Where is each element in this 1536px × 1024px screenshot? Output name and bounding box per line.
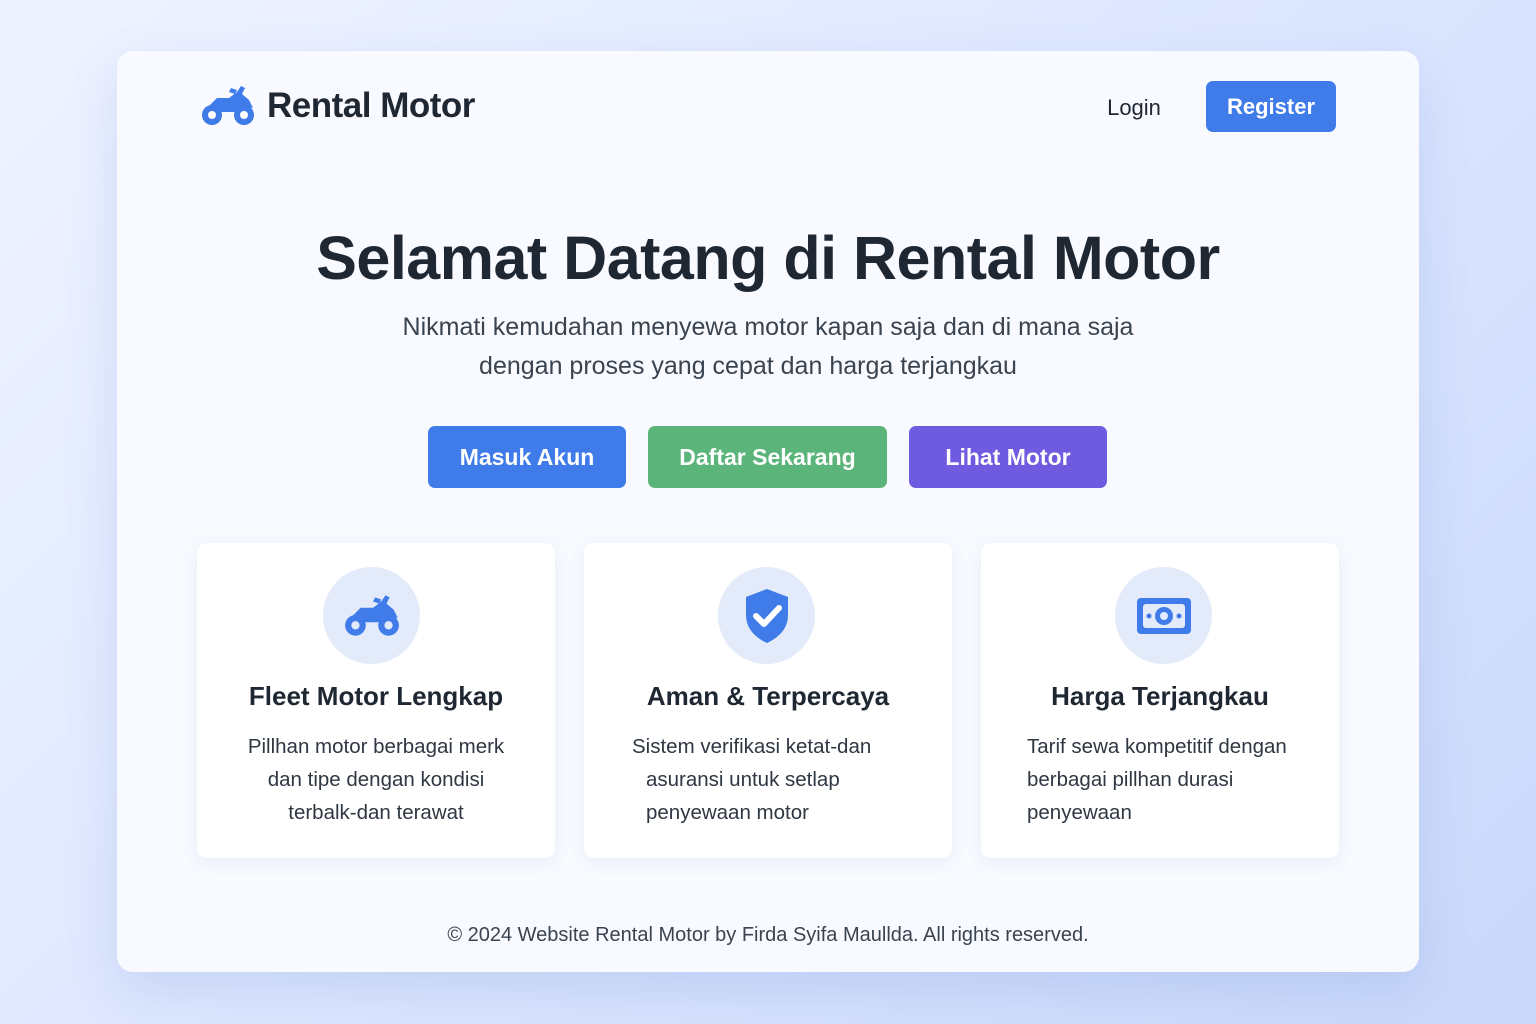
- hero-subtitle: Nikmati kemudahan menyewa motor kapan sa…: [117, 308, 1419, 386]
- shield-check-icon: [745, 588, 788, 643]
- motorcycle-icon: [344, 594, 399, 636]
- feature-desc-line: Pillhan motor berbagai merk: [247, 735, 505, 758]
- feature-title: Aman & Terpercaya: [646, 681, 890, 711]
- feature-title: Fleet Motor Lengkap: [248, 681, 504, 711]
- login-link[interactable]: Login: [1092, 91, 1176, 125]
- daftar-sekarang-button[interactable]: Daftar Sekarang: [648, 426, 887, 488]
- feature-description: Pillhan motor berbagai merk dan tipe den…: [197, 730, 555, 829]
- lihat-motor-button[interactable]: Lihat Motor: [909, 426, 1107, 488]
- feature-card-fleet: Fleet Motor Lengkap Pillhan motor berbag…: [197, 543, 555, 858]
- masuk-akun-button[interactable]: Masuk Akun: [428, 426, 626, 488]
- hero-subtitle-line: Nikmati kemudahan menyewa motor kapan sa…: [402, 313, 1134, 341]
- feature-desc-line: penyewaan: [1027, 801, 1132, 824]
- feature-desc-line: dan tipe dengan kondisi: [267, 768, 485, 791]
- hero-subtitle-line: dengan proses yang cepat dan harga terja…: [479, 352, 1017, 380]
- footer-copyright: © 2024 Website Rental Motor by Firda Syi…: [447, 924, 1089, 946]
- motorcycle-icon: [202, 86, 254, 125]
- main-card: Rental Motor Login Register Selamat Data…: [117, 51, 1419, 972]
- hero-title: Selamat Datang di Rental Motor: [316, 224, 1220, 292]
- feature-title: Harga Terjangkau: [1051, 681, 1269, 711]
- feature-card-secure: Aman & Terpercaya Sistem verifikasi keta…: [584, 543, 952, 858]
- feature-icon-circle: [1115, 567, 1212, 664]
- register-button[interactable]: Register: [1206, 81, 1336, 132]
- feature-icon-circle: [323, 567, 420, 664]
- feature-desc-line: terbalk-dan terawat: [288, 801, 464, 824]
- feature-description: Tarif sewa kompetitif dengan berbagai pi…: [1027, 730, 1327, 829]
- feature-desc-line: Tarif sewa kompetitif dengan: [1027, 735, 1287, 758]
- feature-desc-line: berbagai pillhan durasi: [1027, 768, 1234, 791]
- brand-logo[interactable]: Rental Motor: [199, 84, 475, 128]
- brand-name: Rental Motor: [267, 86, 475, 125]
- navbar: Rental Motor Login Register: [117, 51, 1419, 163]
- feature-description: Sistem verifikasi ketat-dan asuransi unt…: [632, 730, 932, 829]
- feature-desc-line: Sistem verifikasi ketat-dan: [632, 735, 872, 758]
- feature-icon-circle: [718, 567, 815, 664]
- money-icon: [1136, 597, 1191, 634]
- feature-desc-line: penyewaan motor: [646, 801, 809, 824]
- feature-desc-line: asuransi untuk setlap: [646, 768, 840, 791]
- feature-card-price: Harga Terjangkau Tarif sewa kompetitif d…: [981, 543, 1339, 858]
